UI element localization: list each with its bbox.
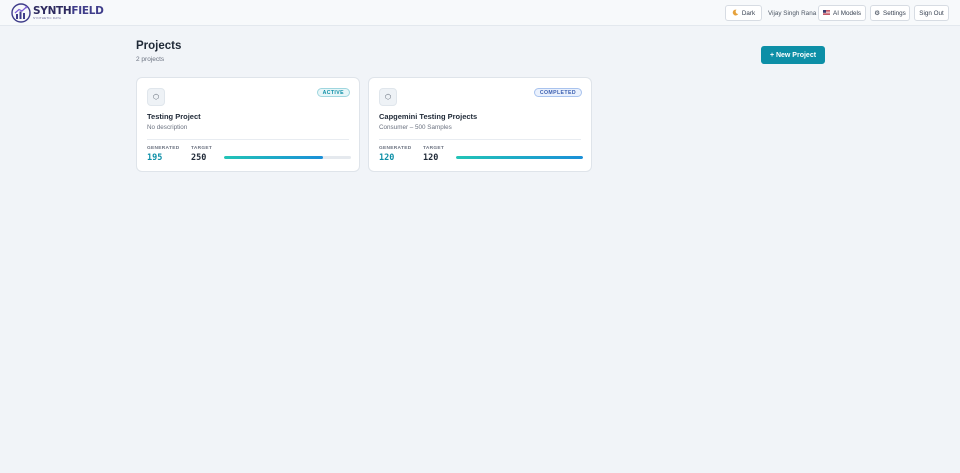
project-count: 2 projects (136, 56, 165, 63)
progress-fill (224, 156, 324, 159)
hexagon-icon: ⬡ (147, 88, 165, 106)
new-project-button[interactable]: + New Project (761, 46, 825, 64)
logo-chart-icon (11, 3, 31, 23)
target-value: 250 (191, 153, 207, 163)
target-label: TARGET (191, 146, 213, 151)
moon-icon (732, 9, 739, 18)
sign-out-button[interactable]: Sign Out (914, 5, 949, 21)
logo-tagline: SYNTHETIC DATA (33, 16, 62, 21)
progress-track (456, 156, 583, 159)
logo-wordmark: SYNTHFIELD (33, 4, 104, 17)
project-name: Capgemini Testing Projects (379, 112, 478, 121)
ai-models-button[interactable]: AI Models (818, 5, 866, 21)
hexagon-icon: ⬡ (379, 88, 397, 106)
generated-value: 120 (379, 153, 395, 163)
flag-icon (823, 9, 830, 17)
settings-button[interactable]: ⚙ Settings (870, 5, 910, 21)
top-bar: SYNTHFIELD SYNTHETIC DATA Dark Vijay Sin… (0, 0, 960, 26)
page-title: Projects (136, 40, 182, 52)
card-divider (147, 139, 349, 140)
status-badge: COMPLETED (533, 88, 582, 97)
project-card[interactable]: ⬡ ACTIVE Testing Project No description … (136, 77, 360, 172)
generated-label: GENERATED (379, 146, 412, 151)
project-description: Consumer – 500 Samples (379, 124, 452, 131)
gear-icon: ⚙ (874, 10, 881, 17)
progress-fill (456, 156, 583, 159)
project-description: No description (147, 124, 188, 131)
target-value: 120 (423, 153, 439, 163)
app-logo[interactable]: SYNTHFIELD SYNTHETIC DATA (11, 3, 104, 23)
user-name: Vijay Singh Rana (768, 9, 817, 17)
project-name: Testing Project (147, 112, 201, 121)
status-badge: ACTIVE (316, 88, 350, 97)
progress-track (224, 156, 351, 159)
project-card[interactable]: ⬡ COMPLETED Capgemini Testing Projects C… (368, 77, 592, 172)
theme-toggle-button[interactable]: Dark (725, 5, 762, 21)
target-label: TARGET (423, 146, 445, 151)
card-divider (379, 139, 581, 140)
generated-label: GENERATED (147, 146, 180, 151)
generated-value: 195 (147, 153, 163, 163)
